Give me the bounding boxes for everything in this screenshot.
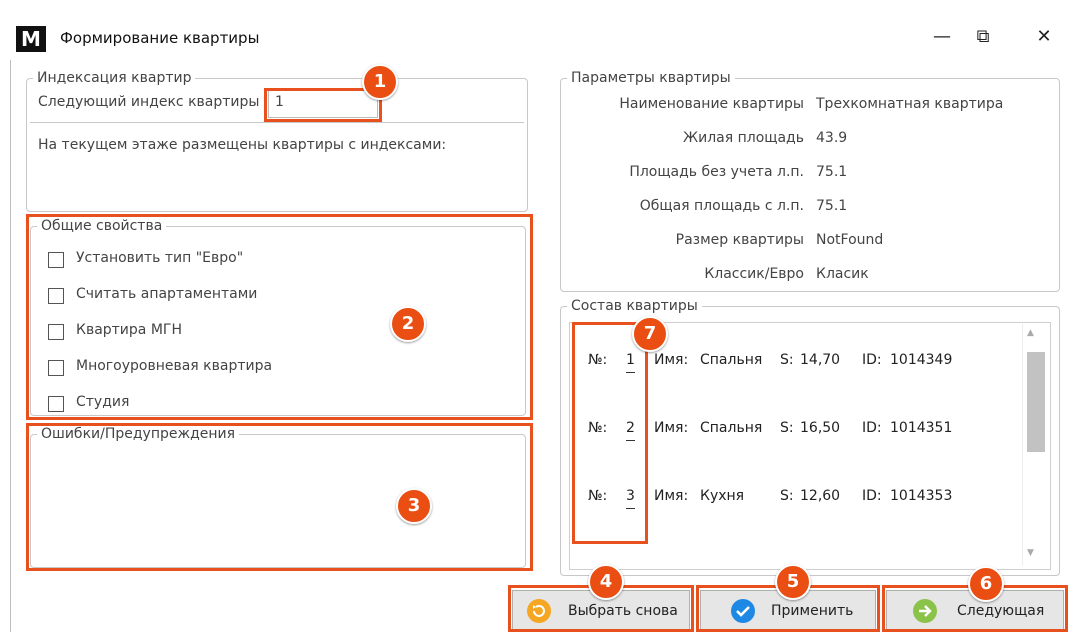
param-value: NotFound [816, 232, 884, 248]
param-label: Наименование квартиры [619, 96, 804, 112]
indexing-legend: Индексация квартир [37, 70, 192, 86]
highlight-next-index [264, 88, 382, 122]
room-id-value: 1014351 [890, 420, 953, 436]
room-name-value: Кухня [700, 488, 745, 504]
divider [30, 122, 524, 123]
param-label: Классик/Евро [704, 266, 804, 282]
param-label: Площадь без учета л.п. [629, 164, 804, 180]
apartment-params-legend: Параметры квартиры [571, 70, 731, 86]
param-value: Трехкомнатная квартира [816, 96, 1004, 112]
scroll-down-icon[interactable]: ▼ [1027, 548, 1034, 558]
room-name-label: Имя: [654, 488, 689, 504]
highlight-room-numbers [572, 322, 648, 544]
scrollbar[interactable]: ▲ ▼ [1022, 324, 1047, 566]
param-label: Жилая площадь [683, 130, 804, 146]
current-floor-text: На текущем этаже размещены квартиры с ин… [38, 137, 447, 153]
room-area-value: 16,50 [800, 420, 841, 436]
room-area-value: 12,60 [800, 488, 841, 504]
room-name-value: Спальня [700, 420, 763, 436]
room-id-label: ID: [862, 352, 882, 368]
badge-7: 7 [632, 316, 668, 352]
param-value: Класик [816, 266, 869, 282]
scroll-thumb[interactable] [1027, 352, 1045, 452]
param-label: Общая площадь с л.п. [639, 198, 804, 214]
window-title: Формирование квартиры [60, 29, 260, 47]
room-area-label: S: [780, 352, 794, 368]
badge-4: 4 [588, 564, 624, 600]
room-name-label: Имя: [654, 352, 689, 368]
param-value: 43.9 [816, 130, 848, 146]
room-id-label: ID: [862, 420, 882, 436]
highlight-errors [26, 423, 533, 571]
param-value: 75.1 [816, 164, 848, 180]
badge-1: 1 [362, 64, 398, 100]
composition-legend: Состав квартиры [571, 298, 698, 314]
highlight-general-properties [26, 214, 533, 420]
badge-2: 2 [390, 306, 426, 342]
room-area-label: S: [780, 488, 794, 504]
restore-button[interactable]: ⧉ [963, 22, 1003, 52]
room-id-value: 1014353 [890, 488, 953, 504]
room-name-label: Имя: [654, 420, 689, 436]
param-label: Размер квартиры [675, 232, 804, 248]
room-id-value: 1014349 [890, 352, 953, 368]
room-area-label: S: [780, 420, 794, 436]
badge-5: 5 [775, 564, 811, 600]
room-name-value: Спальня [700, 352, 763, 368]
badge-3: 3 [396, 488, 432, 524]
app-logo-icon: M [16, 26, 46, 52]
minimize-button[interactable]: — [922, 22, 962, 52]
badge-6: 6 [968, 566, 1004, 602]
close-button[interactable]: ✕ [1024, 22, 1064, 52]
scroll-up-icon[interactable]: ▲ [1027, 328, 1034, 338]
next-index-label: Следующий индекс квартиры [38, 94, 260, 110]
param-value: 75.1 [816, 198, 848, 214]
room-area-value: 14,70 [800, 352, 841, 368]
room-id-label: ID: [862, 488, 882, 504]
